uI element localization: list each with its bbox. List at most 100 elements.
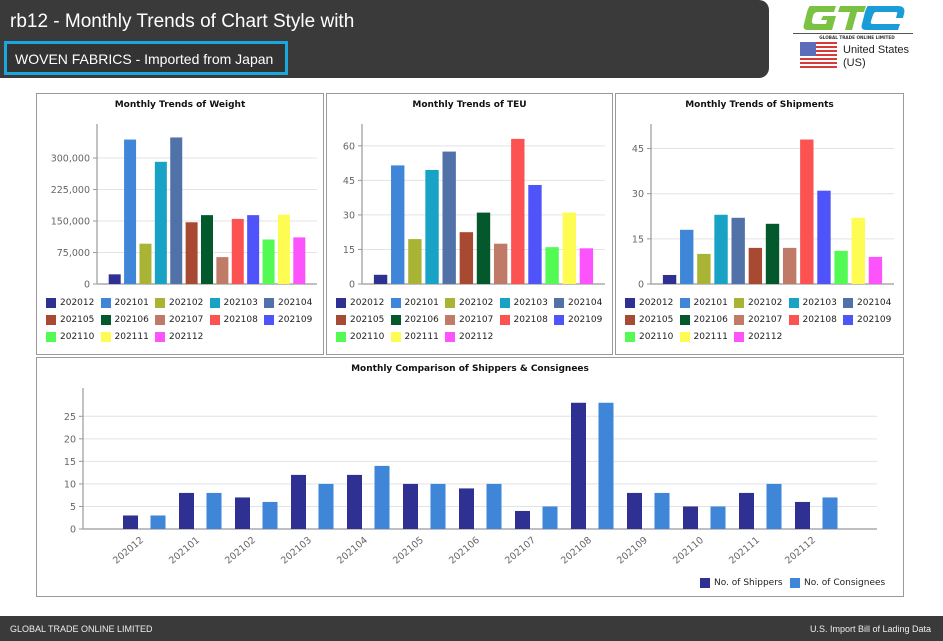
bar-202110[interactable] [262, 239, 275, 284]
bar-202108[interactable] [800, 139, 814, 284]
shippers-bar-202107[interactable] [515, 510, 530, 529]
consignees-bar-202012[interactable] [150, 515, 166, 529]
consignees-bar-202103[interactable] [318, 483, 334, 529]
consignees-bar-202112[interactable] [822, 497, 838, 529]
bar-202102[interactable] [697, 253, 711, 284]
bar-202105[interactable] [185, 222, 198, 284]
bar-202105[interactable] [748, 247, 763, 284]
bar-202103[interactable] [714, 214, 728, 284]
bar-202103[interactable] [154, 161, 167, 284]
shippers-bar-202105[interactable] [403, 483, 418, 529]
legend-item-202103[interactable]: 202103 [209, 298, 258, 308]
shippers-bar-202108[interactable] [571, 402, 586, 529]
legend-item-202111[interactable]: 202111 [390, 332, 439, 342]
legend-item-202112[interactable]: 202112 [445, 332, 493, 342]
bar-202101[interactable] [391, 165, 405, 284]
bar-202111[interactable] [851, 217, 865, 284]
bar-202106[interactable] [765, 223, 780, 284]
bar-202104[interactable] [442, 151, 456, 284]
bar-202110[interactable] [545, 247, 559, 284]
legend-item-202106[interactable]: 202106 [100, 315, 149, 325]
shippers-bar-202103[interactable] [291, 474, 306, 529]
shippers-bar-202012[interactable] [123, 515, 138, 529]
bar-202104[interactable] [731, 217, 745, 284]
legend-item-202102[interactable]: 202102 [445, 298, 493, 308]
bar-202112[interactable] [579, 248, 594, 284]
bar-202107[interactable] [493, 243, 508, 284]
legend-item-202103[interactable]: 202103 [499, 298, 548, 308]
bar-202101[interactable] [680, 229, 694, 284]
consignees-bar-202110[interactable] [710, 506, 726, 529]
shippers-bar-202106[interactable] [459, 488, 474, 529]
shippers-bar-202102[interactable] [235, 497, 250, 529]
legend-item-202112[interactable]: 202112 [734, 332, 782, 342]
bar-202110[interactable] [834, 250, 848, 284]
legend-item-202105[interactable]: 202105 [46, 315, 94, 325]
bar-202109[interactable] [247, 215, 260, 284]
consignees-bar-202106[interactable] [486, 483, 502, 529]
consignees-bar-202102[interactable] [262, 501, 278, 529]
bar-202012[interactable] [108, 274, 121, 284]
bar-202012[interactable] [662, 274, 677, 284]
bar-202101[interactable] [124, 139, 137, 284]
consignees-bar-202101[interactable] [206, 492, 222, 529]
consignees-bar-202111[interactable] [766, 483, 782, 529]
bar-202112[interactable] [868, 256, 883, 284]
consignees-bar-202107[interactable] [542, 506, 558, 529]
bar-202109[interactable] [528, 184, 542, 284]
bar-202106[interactable] [476, 212, 491, 284]
legend-item-202105[interactable]: 202105 [336, 315, 384, 325]
legend-item-202109[interactable]: 202109 [264, 315, 312, 325]
legend-item-202108[interactable]: 202108 [209, 315, 258, 325]
consignees-bar-202109[interactable] [654, 492, 670, 529]
consignees-bar-202104[interactable] [374, 465, 390, 529]
shippers-bar-202110[interactable] [683, 506, 698, 529]
legend-item-202012[interactable]: 202012 [46, 298, 94, 308]
shippers-bar-202112[interactable] [795, 501, 810, 529]
shippers-bar-202104[interactable] [347, 474, 362, 529]
bar-202108[interactable] [231, 218, 244, 284]
bar-202112[interactable] [293, 237, 306, 284]
legend-item-202104[interactable]: 202104 [843, 298, 891, 308]
legend-item-202106[interactable]: 202106 [390, 315, 439, 325]
legend-item-202110[interactable]: 202110 [46, 332, 94, 342]
legend-item-202106[interactable]: 202106 [679, 315, 728, 325]
legend-item-202103[interactable]: 202103 [788, 298, 837, 308]
bar-202105[interactable] [459, 232, 474, 284]
consignees-bar-202108[interactable] [598, 402, 614, 529]
legend-item-consignees[interactable]: No. of Consignees [790, 578, 885, 588]
legend-item-202101[interactable]: 202101 [100, 298, 149, 308]
bar-202106[interactable] [201, 215, 213, 284]
legend-item-202104[interactable]: 202104 [554, 298, 602, 308]
legend-item-202102[interactable]: 202102 [155, 298, 203, 308]
legend-item-202107[interactable]: 202107 [734, 315, 782, 325]
bar-202012[interactable] [373, 274, 388, 284]
shippers-bar-202101[interactable] [179, 492, 194, 529]
bar-202103[interactable] [425, 170, 439, 284]
legend-item-202107[interactable]: 202107 [445, 315, 493, 325]
bar-202107[interactable] [216, 257, 229, 284]
legend-item-202112[interactable]: 202112 [155, 332, 203, 342]
legend-item-202109[interactable]: 202109 [843, 315, 891, 325]
legend-item-202111[interactable]: 202111 [100, 332, 149, 342]
shippers-bar-202109[interactable] [627, 492, 642, 529]
bar-202111[interactable] [562, 212, 576, 284]
legend-item-202107[interactable]: 202107 [155, 315, 203, 325]
legend-item-202108[interactable]: 202108 [788, 315, 837, 325]
legend-item-202108[interactable]: 202108 [499, 315, 548, 325]
bar-202108[interactable] [511, 138, 525, 284]
legend-item-202102[interactable]: 202102 [734, 298, 782, 308]
consignees-bar-202105[interactable] [430, 483, 446, 529]
legend-item-202111[interactable]: 202111 [679, 332, 728, 342]
legend-item-202012[interactable]: 202012 [625, 298, 673, 308]
bar-202109[interactable] [817, 190, 831, 284]
legend-item-202101[interactable]: 202101 [679, 298, 728, 308]
shippers-bar-202111[interactable] [739, 492, 754, 529]
legend-item-202109[interactable]: 202109 [554, 315, 602, 325]
legend-item-202110[interactable]: 202110 [625, 332, 673, 342]
legend-item-shippers[interactable]: No. of Shippers [700, 578, 783, 588]
bar-202102[interactable] [139, 243, 152, 284]
legend-item-202104[interactable]: 202104 [264, 298, 312, 308]
legend-item-202101[interactable]: 202101 [390, 298, 439, 308]
bar-202107[interactable] [782, 247, 797, 284]
